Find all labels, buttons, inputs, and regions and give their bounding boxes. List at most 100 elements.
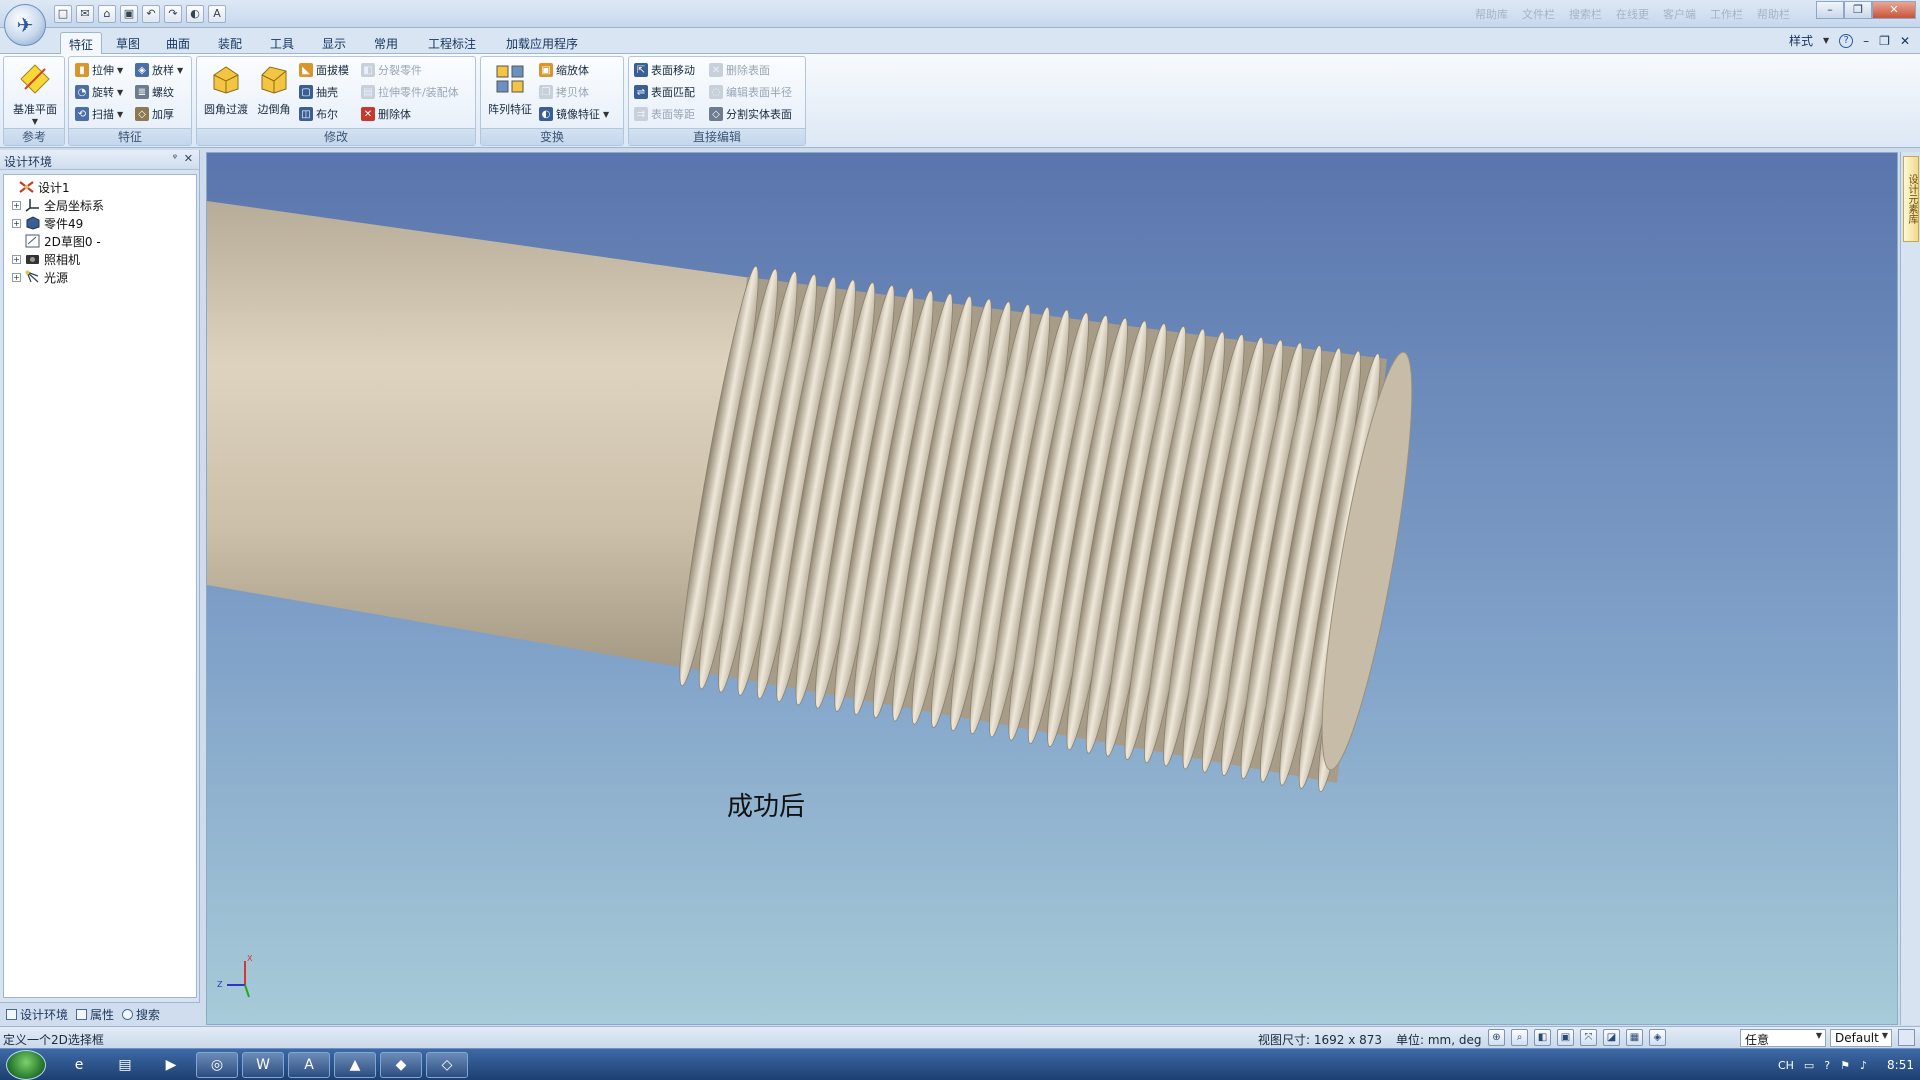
minimize-button[interactable]: – [1816,1,1844,19]
pattern-feature-button[interactable]: 阵列特征 [485,61,535,123]
face-offset-button[interactable]: ⇉ 表面等距 [634,105,695,123]
title-link[interactable]: 帮助库 [1475,6,1508,22]
close-button[interactable]: ✕ [1872,1,1916,19]
face-draft-button[interactable]: ◣ 面拔模 [299,61,349,79]
extrude-button[interactable]: ▮ 拉伸 ▼ [75,61,123,79]
taskbar-ie-button[interactable]: e [58,1052,100,1078]
tree-item-light[interactable]: + 光源 [6,268,194,286]
title-link[interactable]: 帮助栏 [1757,6,1790,22]
mail-button[interactable]: ✉ [76,5,94,23]
pin-icon[interactable]: ᵠ [173,153,177,164]
tab-sketch[interactable]: 草图 [108,32,148,54]
fillet-button[interactable]: 圆角过渡 [201,61,251,123]
taskbar-acrobat-button[interactable]: A [288,1052,330,1078]
save-button[interactable]: ▣ [120,5,138,23]
chamfer-button[interactable]: 边倒角 [249,61,299,123]
section-view-button[interactable]: ◈ [1649,1029,1666,1046]
zoom-button[interactable]: ⌕ [1511,1029,1528,1046]
tab-surface[interactable]: 曲面 [158,32,198,54]
rotate-button[interactable]: ⤧ [1580,1029,1597,1046]
revolve-button[interactable]: ◔ 旋转 ▼ [75,83,123,101]
tree-item-sketch[interactable]: 2D草图0 - [6,232,194,250]
tab-add-ins[interactable]: 加载应用程序 [498,32,586,54]
new-file-button[interactable]: □ [54,5,72,23]
display-mode-button[interactable]: ▦ [1626,1029,1643,1046]
flag-icon[interactable]: ⚑ [1840,1059,1850,1072]
tab-features[interactable]: 特征 [60,32,103,54]
tree-item-design[interactable]: 设计1 [6,178,194,196]
maximize-button[interactable]: ❐ [1844,1,1872,19]
doc-close-button[interactable]: ✕ [1900,34,1910,48]
loft-button[interactable]: ◈ 放样 ▼ [135,61,183,79]
redo-button[interactable]: ↷ [164,5,182,23]
title-link[interactable]: 客户端 [1663,6,1696,22]
input-language-indicator[interactable]: CH [1778,1059,1794,1072]
clock[interactable]: 8:51 [1887,1058,1914,1072]
thicken-button[interactable]: ◇ 加厚 [135,105,174,123]
options-button[interactable]: ◐ [186,5,204,23]
design-library-tab[interactable]: 设计元素库 [1903,156,1919,242]
tab-common[interactable]: 常用 [366,32,406,54]
face-move-button[interactable]: ⇱ 表面移动 [634,61,695,79]
taskbar-autocad-button[interactable]: ▲ [334,1052,376,1078]
title-link[interactable]: 在线更 [1616,6,1649,22]
title-link[interactable]: 工作栏 [1710,6,1743,22]
tab-tools[interactable]: 工具 [262,32,302,54]
taskbar-explorer-button[interactable]: ▤ [104,1052,146,1078]
text-button[interactable]: A [208,5,226,23]
keyboard-icon[interactable]: ▭ [1804,1059,1814,1072]
volume-icon[interactable]: ♪ [1860,1059,1867,1072]
delete-face-button[interactable]: ✕ 删除表面 [709,61,770,79]
render-style-dropdown[interactable]: Default ▼ [1830,1029,1892,1047]
selection-filter-dropdown[interactable]: 任意 ▼ [1740,1029,1826,1047]
boolean-button[interactable]: ◫ 布尔 [299,105,338,123]
doc-restore-button[interactable]: ❐ [1879,34,1890,48]
close-icon[interactable]: ✕ [184,152,193,165]
application-menu-button[interactable]: ✈ [4,4,46,46]
taskbar-app-button[interactable]: ◎ [196,1052,238,1078]
threaded-rod-model[interactable] [207,153,1898,1025]
tree-item-global-coords[interactable]: + 全局坐标系 [6,196,194,214]
expand-toggle[interactable]: + [12,272,21,282]
help-icon[interactable]: ? [1839,33,1854,48]
start-button[interactable] [6,1050,46,1080]
undo-button[interactable]: ↶ [142,5,160,23]
status-end-icon[interactable] [1898,1029,1915,1046]
tree-item-camera[interactable]: + 照相机 [6,250,194,268]
view-orientation-button[interactable]: ◧ [1534,1029,1551,1046]
tree-item-part[interactable]: + 零件49 [6,214,194,232]
taskbar-cad-button[interactable]: ◆ [380,1052,422,1078]
expand-toggle[interactable]: + [12,218,21,228]
taskbar-media-button[interactable]: ▶ [150,1052,192,1078]
zoom-all-button[interactable]: ⊕ [1488,1029,1505,1046]
title-link[interactable]: 文件栏 [1522,6,1555,22]
open-button[interactable]: ⌂ [98,5,116,23]
style-dropdown[interactable]: 样式 [1789,32,1813,49]
tab-properties[interactable]: 属性 [76,1006,114,1023]
split-solid-face-button[interactable]: ◇ 分割实体表面 [709,105,792,123]
tab-search[interactable]: 搜索 [122,1006,160,1023]
thread-button[interactable]: ≣ 螺纹 [135,83,174,101]
tab-display[interactable]: 显示 [314,32,354,54]
sweep-button[interactable]: ⟲ 扫描 ▼ [75,105,123,123]
render-mode-button[interactable]: ◪ [1603,1029,1620,1046]
split-part-button[interactable]: ◧ 分裂零件 [361,61,422,79]
shell-button[interactable]: ▢ 抽壳 [299,83,338,101]
expand-toggle[interactable]: + [12,200,21,210]
tab-drawing-annotation[interactable]: 工程标注 [420,32,484,54]
edit-face-radius-button[interactable]: ◌ 编辑表面半径 [709,83,792,101]
tab-design-environment[interactable]: 设计环境 [6,1006,68,1023]
standard-views-button[interactable]: ▣ [1557,1029,1574,1046]
taskbar-word-button[interactable]: W [242,1052,284,1078]
3d-viewport[interactable]: 成功后 X Z [206,152,1898,1025]
datum-plane-button[interactable]: 基准平面 ▼ [10,61,60,126]
taskbar-active-app-button[interactable]: ◇ [426,1052,468,1078]
doc-minimize-button[interactable]: – [1863,34,1869,48]
extrude-part-button[interactable]: ▤ 拉伸零件/装配体 [361,83,459,101]
title-link[interactable]: 搜索栏 [1569,6,1602,22]
help-tray-icon[interactable]: ? [1824,1059,1830,1072]
mirror-feature-button[interactable]: ◐ 镜像特征 ▼ [539,105,609,123]
tab-assembly[interactable]: 装配 [210,32,250,54]
scale-body-button[interactable]: ▣ 缩放体 [539,61,589,79]
copy-body-button[interactable]: ❐ 拷贝体 [539,83,589,101]
